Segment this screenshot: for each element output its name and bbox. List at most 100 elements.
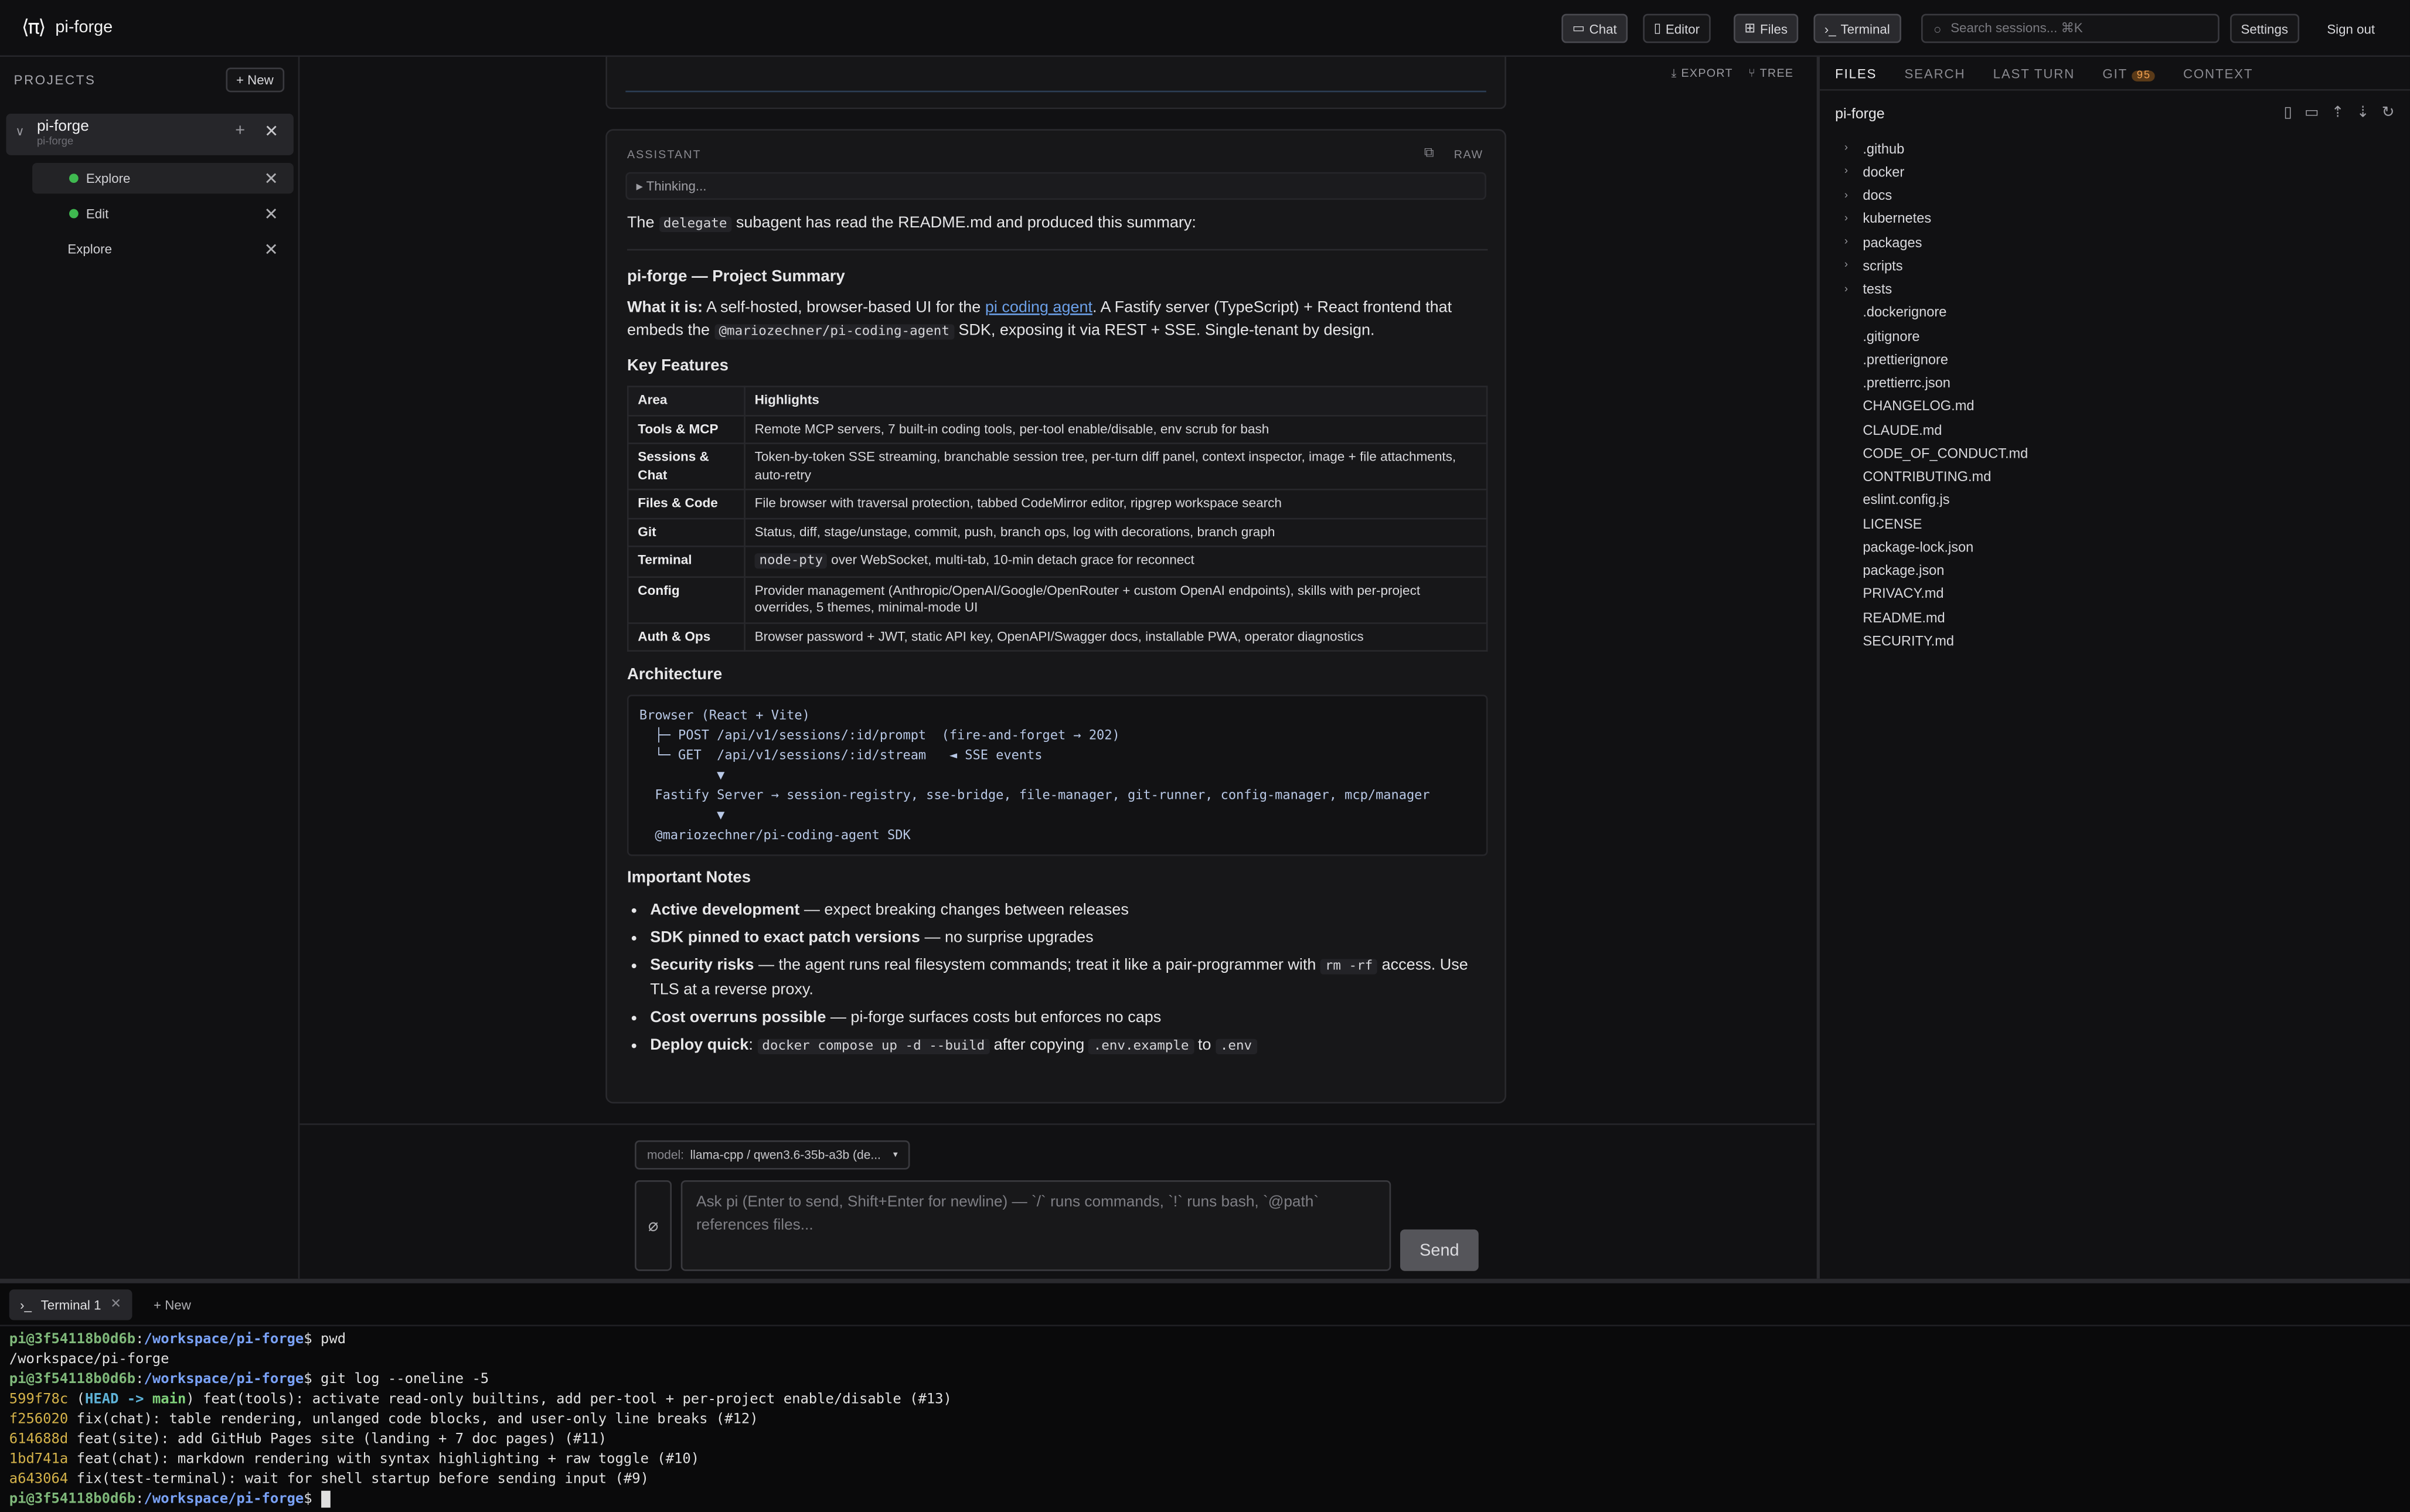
folder-item[interactable]: › docs	[1844, 183, 2410, 207]
project-name: pi-forge	[36, 118, 89, 135]
chat-label: Chat	[1589, 21, 1617, 36]
file-item[interactable]: package-lock.json	[1844, 535, 2410, 559]
terminal-line: a643064 fix(test-terminal): wait for she…	[9, 1471, 2401, 1491]
folder-item[interactable]: › packages	[1844, 230, 2410, 254]
session-search-input[interactable]: ○ Search sessions... ⌘K	[1921, 13, 2220, 43]
editor-button[interactable]: ▯ Editor	[1643, 13, 1711, 43]
download-icon[interactable]: ⇣	[2357, 104, 2370, 121]
pi-logo-icon: ⟨π⟩	[21, 16, 46, 39]
project-item[interactable]: ∨ pi-forge pi-forge + ✕	[6, 114, 294, 155]
file-item[interactable]: package.json	[1844, 559, 2410, 582]
close-session-icon[interactable]: ✕	[264, 239, 278, 258]
terminal-tab[interactable]: ›_ Terminal 1 ✕	[9, 1288, 132, 1320]
projects-sidebar: PROJECTS + New ∨ pi-forge pi-forge + ✕ E…	[0, 57, 300, 1279]
download-icon: ⤓	[1671, 66, 1681, 80]
file-name: .prettierignore	[1863, 352, 1948, 367]
git-count-badge: 95	[2132, 70, 2156, 81]
new-file-icon[interactable]: ▯	[2284, 104, 2292, 121]
folder-item[interactable]: › .github	[1844, 137, 2410, 160]
file-name: CLAUDE.md	[1863, 422, 1942, 438]
thinking-toggle[interactable]: ▸ Thinking...	[625, 172, 1486, 200]
file-name: .gitignore	[1863, 328, 1920, 344]
app-logo[interactable]: ⟨π⟩ pi-forge	[22, 16, 113, 39]
new-terminal-button[interactable]: + New	[141, 1296, 191, 1312]
note-text: after copying	[993, 1037, 1085, 1054]
file-item[interactable]: .dockerignore	[1844, 301, 2410, 324]
refresh-icon[interactable]: ↻	[2382, 104, 2395, 121]
file-item[interactable]: eslint.config.js	[1844, 488, 2410, 512]
file-item[interactable]: SECURITY.md	[1844, 629, 2410, 652]
close-session-icon[interactable]: ✕	[264, 168, 278, 188]
tab-last-turn[interactable]: LAST TURN	[1993, 65, 2075, 80]
commit-hash: 614688d	[9, 1432, 69, 1448]
file-item[interactable]: .prettierrc.json	[1844, 371, 2410, 394]
upload-icon[interactable]: ⇡	[2331, 104, 2344, 121]
settings-button[interactable]: Settings	[2230, 13, 2299, 43]
copy-icon[interactable]: ⧉	[1424, 145, 1434, 162]
what-pre: A self-hosted, browser-based UI for the	[706, 299, 981, 317]
terminal-line: pi@3f54118b0d6b:/workspace/pi-forge$ pwd	[9, 1331, 2401, 1351]
file-item[interactable]: CONTRIBUTING.md	[1844, 465, 2410, 488]
sign-out-button[interactable]: Sign out	[2318, 14, 2384, 43]
table-cell-highlights: Status, diff, stage/unstage, commit, pus…	[744, 517, 1488, 547]
file-item[interactable]: .prettierignore	[1844, 348, 2410, 371]
top-bar: ⟨π⟩ pi-forge ▭ Chat ▯ Editor ⊞ Files ›_ Term…	[0, 0, 2410, 57]
divider	[627, 248, 1488, 251]
folder-item[interactable]: › docker	[1844, 160, 2410, 183]
pi-coding-agent-link[interactable]: pi coding agent	[985, 299, 1092, 316]
table-row: Terminal node-pty over WebSocket, multi-t…	[627, 545, 1488, 577]
file-item[interactable]: CHANGELOG.md	[1844, 394, 2410, 418]
attach-button[interactable]: ⌀	[635, 1180, 672, 1271]
tab-search[interactable]: SEARCH	[1904, 65, 1965, 80]
file-item[interactable]: LICENSE	[1844, 512, 2410, 535]
chevron-down-icon[interactable]: ∨	[15, 124, 24, 138]
note-text: — expect breaking changes between releas…	[804, 902, 1129, 920]
table-cell-area: Auth & Ops	[627, 621, 746, 652]
tab-git[interactable]: GIT 95	[2102, 65, 2156, 81]
prompt-input[interactable]: Ask pi (Enter to send, Shift+Enter for n…	[680, 1180, 1391, 1271]
commit-hash: f256020	[9, 1412, 69, 1428]
session-item[interactable]: Edit ✕	[32, 198, 294, 229]
session-item[interactable]: Explore ✕	[32, 162, 294, 194]
close-project-icon[interactable]: ✕	[264, 121, 278, 141]
terminal-output[interactable]: pi@3f54118b0d6b:/workspace/pi-forge$ pwd…	[0, 1326, 2410, 1512]
file-item[interactable]: CLAUDE.md	[1844, 418, 2410, 441]
new-folder-icon[interactable]: ▭	[2305, 104, 2319, 121]
list-item: Security risks — the agent runs real fil…	[650, 955, 1487, 1002]
new-project-button[interactable]: + New	[225, 67, 285, 93]
close-icon[interactable]: ✕	[110, 1296, 121, 1313]
tab-files[interactable]: FILES	[1835, 65, 1877, 80]
model-selector[interactable]: model: llama-cpp / qwen3.6-35b-a3b (de...…	[635, 1140, 910, 1170]
folder-item[interactable]: › scripts	[1844, 254, 2410, 277]
raw-toggle[interactable]: RAW	[1454, 148, 1483, 162]
architecture-heading: Architecture	[627, 665, 723, 684]
close-session-icon[interactable]: ✕	[264, 203, 278, 223]
tab-context[interactable]: CONTEXT	[2183, 65, 2253, 80]
folder-item[interactable]: › tests	[1844, 277, 2410, 301]
tree-button[interactable]: ⑂ TREE	[1748, 66, 1793, 81]
prompt-dollar: $	[304, 1332, 321, 1348]
file-item[interactable]: README.md	[1844, 605, 2410, 629]
folder-item[interactable]: › kubernetes	[1844, 207, 2410, 230]
chat-icon: ▭	[1572, 20, 1585, 36]
file-item[interactable]: .gitignore	[1844, 324, 2410, 348]
settings-label: Settings	[2241, 21, 2289, 36]
files-panel-tabs: FILES SEARCH LAST TURN GIT 95 CONTEXT	[1819, 57, 2410, 91]
session-item[interactable]: Explore ✕	[32, 234, 294, 264]
project-path: pi-forge	[36, 137, 74, 148]
terminal-line: f256020 fix(chat): table rendering, unla…	[9, 1411, 2401, 1431]
table-row: Config Provider management (Anthropic/Ope…	[627, 575, 1488, 624]
add-session-icon[interactable]: +	[235, 121, 245, 139]
table-cell-area: Config	[627, 575, 746, 624]
file-item[interactable]: PRIVACY.md	[1844, 582, 2410, 605]
file-name: LICENSE	[1863, 516, 1922, 532]
send-button[interactable]: Send	[1400, 1229, 1479, 1271]
file-tree: › .github › docker › docs › kubernetes › packages…	[1820, 137, 2410, 652]
file-item[interactable]: CODE_OF_CONDUCT.md	[1844, 441, 2410, 465]
export-button[interactable]: ⤓ EXPORT	[1672, 66, 1733, 81]
folder-name: docs	[1863, 188, 1892, 203]
files-button[interactable]: ⊞ Files	[1734, 13, 1799, 43]
message-role: ASSISTANT	[627, 147, 702, 162]
chat-button[interactable]: ▭ Chat	[1561, 13, 1628, 43]
terminal-button[interactable]: ›_ Terminal	[1813, 13, 1901, 43]
